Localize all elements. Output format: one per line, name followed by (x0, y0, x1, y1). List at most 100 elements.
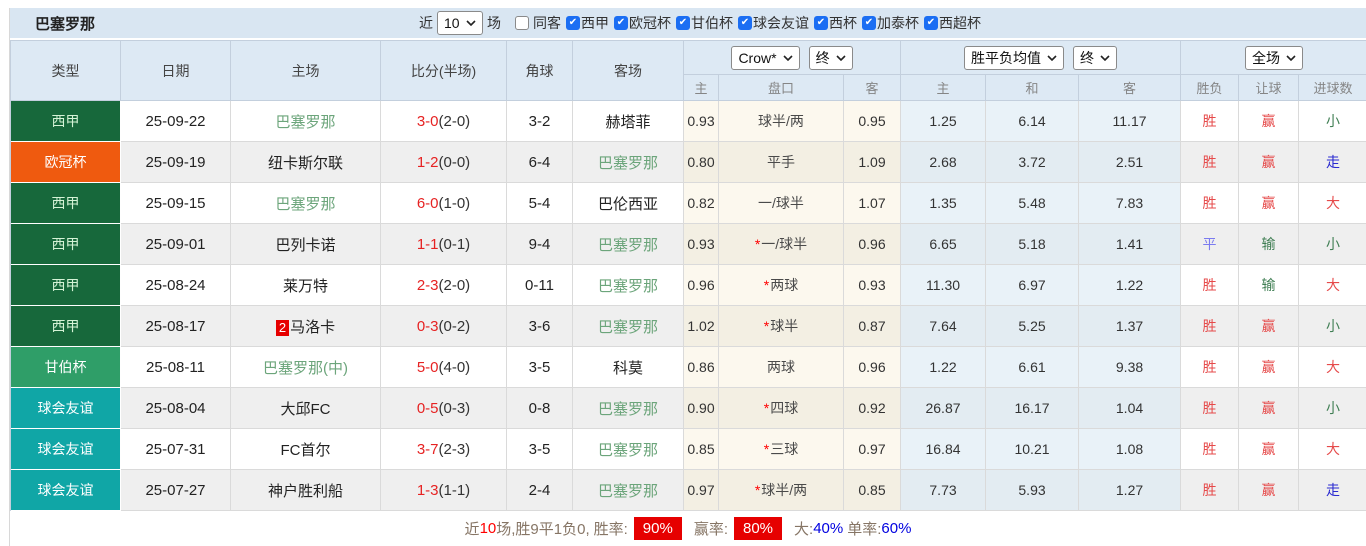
handicap-odds-home-cell: 0.96 (684, 265, 719, 306)
home-team-cell: 巴塞罗那 (231, 101, 381, 142)
same-away-checkbox[interactable] (515, 16, 529, 30)
scope-value: 全场 (1252, 49, 1281, 66)
result-cell: 胜 (1181, 265, 1240, 306)
goals-result-cell: 小 (1299, 101, 1366, 142)
date-cell: 25-09-01 (121, 224, 231, 265)
avg-draw-odds-cell: 10.21 (986, 429, 1080, 470)
score-fulltime: 1-3 (416, 481, 439, 499)
star-marker: * (763, 441, 770, 457)
handicap-line-cell: 两球 (719, 347, 844, 388)
home-team-cell: 巴塞罗那 (231, 183, 381, 224)
score-halftime: (4-0) (438, 358, 471, 376)
league-filter: ✔ 欧冠杯 (609, 13, 671, 33)
checkbox-checked-icon[interactable]: ✔ (862, 16, 876, 30)
column-header-score: 比分(半场) (381, 41, 507, 101)
handicap-odds-home-cell: 0.93 (684, 101, 719, 142)
subcolumn-header-handicap-result: 让球 (1239, 75, 1300, 101)
handicap-line-cell: *一/球半 (719, 224, 844, 265)
goals-result-cell: 走 (1299, 142, 1366, 183)
checkbox-checked-icon[interactable]: ✔ (676, 16, 690, 30)
handicap-odds-home-cell: 0.85 (684, 429, 719, 470)
checkbox-checked-icon[interactable]: ✔ (614, 16, 628, 30)
star-marker: * (763, 318, 770, 334)
type-cell: 球会友谊 (11, 429, 121, 470)
away-team-cell: 巴塞罗那 (573, 306, 684, 347)
odds-time-select-2[interactable]: 终 (1073, 45, 1118, 70)
avg-draw-odds-cell: 5.25 (986, 306, 1080, 347)
avg-draw-odds-cell: 6.97 (986, 265, 1080, 306)
odds-company-select[interactable]: Crow* (731, 45, 800, 70)
date-cell: 25-09-22 (121, 101, 231, 142)
league-filter-label: 西甲 (581, 15, 609, 31)
score-cell: 6-0(1-0) (381, 183, 507, 224)
score-halftime: (0-0) (438, 153, 471, 171)
scope-select[interactable]: 全场 (1245, 45, 1304, 70)
handicap-odds-away-cell: 0.93 (844, 265, 902, 306)
goals-result-cell: 大 (1299, 429, 1366, 470)
handicap-rate-label: 赢率: (693, 521, 728, 538)
handicap-odds-home-cell: 1.02 (684, 306, 719, 347)
handicap-odds-group-header: Crow* 终 (684, 41, 902, 75)
score-cell: 1-1(0-1) (381, 224, 507, 265)
avg-home-odds-cell: 1.35 (901, 183, 987, 224)
handicap-odds-away-cell: 0.95 (844, 101, 902, 142)
handicap-odds-away-cell: 0.87 (844, 306, 902, 347)
handicap-result-cell: 赢 (1239, 101, 1300, 142)
league-filter: ✔ 西超杯 (919, 13, 981, 33)
handicap-line-cell: *三球 (719, 429, 844, 470)
type-cell: 西甲 (11, 224, 121, 265)
handicap-line-cell: *四球 (719, 388, 844, 429)
score-halftime: (0-2) (438, 317, 471, 335)
home-team-cell: 巴列卡诺 (231, 224, 381, 265)
recent-count-select[interactable]: 10 (437, 11, 483, 35)
handicap-odds-home-cell: 0.80 (684, 142, 719, 183)
result-cell: 平 (1181, 224, 1240, 265)
team-title: 巴塞罗那 (35, 15, 96, 33)
odds-time-select-1[interactable]: 终 (808, 45, 853, 70)
avg-away-odds-cell: 1.37 (1079, 306, 1182, 347)
score-fulltime: 3-0 (416, 112, 439, 130)
result-cell: 胜 (1181, 470, 1240, 511)
goals-result-cell: 大 (1299, 183, 1366, 224)
avg-away-odds-cell: 7.83 (1079, 183, 1182, 224)
checkbox-checked-icon[interactable]: ✔ (814, 16, 828, 30)
avg-odds-group-header: 胜平负均值 终 (901, 41, 1182, 75)
score-halftime: (2-0) (438, 112, 471, 130)
corners-cell: 5-4 (507, 183, 573, 224)
column-header-home: 主场 (231, 41, 381, 101)
column-header-away: 客场 (573, 41, 684, 101)
league-filter: ✔ 西杯 (809, 13, 857, 33)
handicap-result-cell: 赢 (1239, 347, 1300, 388)
checkbox-checked-icon[interactable]: ✔ (566, 16, 580, 30)
filter-bar: 巴塞罗那 近 10 场 同客 ✔ 西甲 ✔ 欧冠杯 ✔ 甘伯杯 ✔ 球会友谊 ✔ 西杯 ✔ 加泰杯 ✔ 西… (10, 8, 1366, 38)
avg-home-odds-cell: 1.25 (901, 101, 987, 142)
avg-home-odds-cell: 16.84 (901, 429, 987, 470)
avg-type-select[interactable]: 胜平负均值 (964, 45, 1065, 70)
goals-result-cell: 小 (1299, 306, 1366, 347)
handicap-line-cell: *球半/两 (719, 470, 844, 511)
result-cell: 胜 (1181, 142, 1240, 183)
away-team-cell: 巴塞罗那 (573, 388, 684, 429)
summary-recent-label: 近 (464, 521, 480, 538)
date-cell: 25-09-15 (121, 183, 231, 224)
checkbox-checked-icon[interactable]: ✔ (924, 16, 938, 30)
column-header-date: 日期 (121, 41, 231, 101)
subcolumn-header-goals: 进球数 (1299, 75, 1366, 101)
match-row: 欧冠杯 25-09-19 纽卡斯尔联 1-2(0-0) 6-4 巴塞罗那 0.8… (11, 142, 1366, 183)
league-filter: ✔ 西甲 (561, 13, 609, 33)
home-team-cell: 神户胜利船 (231, 470, 381, 511)
score-cell: 0-3(0-2) (381, 306, 507, 347)
home-team-cell: 2 马洛卡 (231, 306, 381, 347)
score-fulltime: 2-3 (416, 276, 439, 294)
handicap-odds-home-cell: 0.97 (684, 470, 719, 511)
goals-result-cell: 小 (1299, 388, 1366, 429)
match-table: 类型 日期 主场 比分(半场) 角球 客场 Crow* 终 胜平负均值 终 全场… (10, 40, 1366, 511)
league-filter-label: 甘伯杯 (691, 15, 733, 31)
home-team-cell: 巴塞罗那(中) (231, 347, 381, 388)
odds-company-value: Crow* (738, 49, 777, 66)
league-filter-label: 西杯 (829, 15, 857, 31)
handicap-result-cell: 输 (1239, 265, 1300, 306)
checkbox-checked-icon[interactable]: ✔ (738, 16, 752, 30)
type-cell: 西甲 (11, 306, 121, 347)
score-cell: 2-3(2-0) (381, 265, 507, 306)
